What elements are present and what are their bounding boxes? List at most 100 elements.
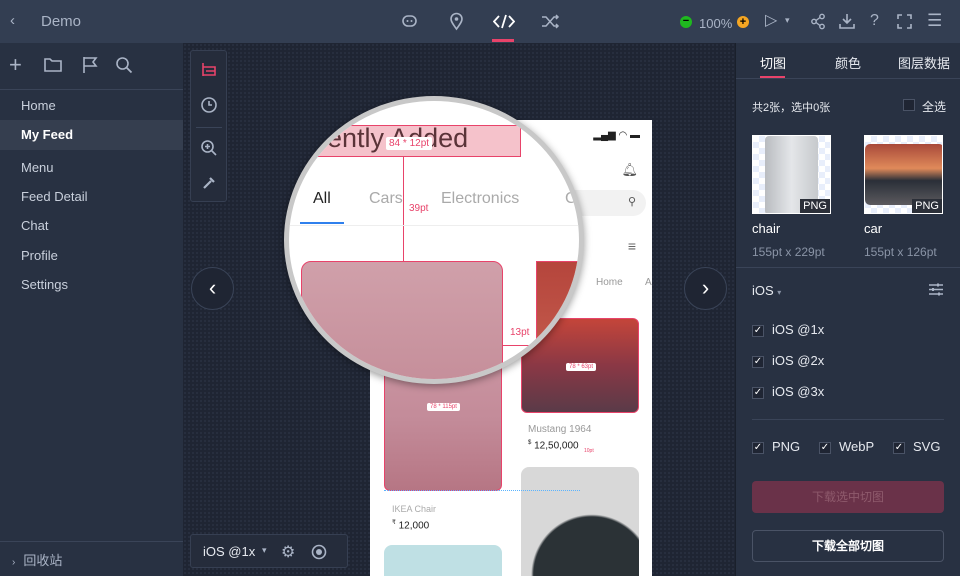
zoom-in-button[interactable]: + xyxy=(737,16,749,28)
checkbox-checked[interactable]: ✓ xyxy=(752,355,764,368)
add-icon[interactable]: + xyxy=(9,54,22,76)
sidebar: + Home My Feed Menu Feed Detail Chat Pro… xyxy=(0,43,183,576)
side-tab-all: Al xyxy=(645,277,652,288)
phone-tab-electronics: Electronics xyxy=(441,190,520,207)
filter-icon: ≡ xyxy=(627,238,636,254)
divider xyxy=(289,225,579,226)
checkbox-checked[interactable]: ✓ xyxy=(819,441,831,454)
project-title: Demo xyxy=(41,13,82,30)
trash-item[interactable]: › 回收站 xyxy=(12,550,62,569)
back-icon[interactable]: ‹ xyxy=(10,13,15,28)
product-price: $ 12,50,000 xyxy=(528,440,579,451)
history-icon[interactable] xyxy=(200,96,218,114)
fullscreen-icon[interactable] xyxy=(897,14,912,29)
checkbox-checked[interactable]: ✓ xyxy=(752,386,764,399)
measure-label: 78 * 115pt xyxy=(427,403,460,411)
sidebar-item-profile[interactable]: Profile xyxy=(0,241,183,271)
sidebar-item-label: Profile xyxy=(21,248,58,263)
divider xyxy=(752,419,944,420)
scale-option-2x[interactable]: ✓ iOS @2x xyxy=(752,353,824,368)
sidebar-item-my-feed[interactable]: My Feed xyxy=(0,120,183,150)
divider xyxy=(196,127,222,128)
chevron-right-icon: › xyxy=(12,557,16,568)
option-label: WebP xyxy=(839,439,875,454)
active-tool-indicator xyxy=(492,39,514,42)
folder-icon[interactable] xyxy=(44,57,62,72)
search-icon[interactable] xyxy=(115,56,133,74)
currency: $ xyxy=(528,440,532,446)
eye-icon[interactable] xyxy=(311,544,327,560)
product-price: ₹ 12,000 xyxy=(392,519,429,531)
sidebar-item-settings[interactable]: Settings xyxy=(0,270,183,300)
side-tab-home: Home xyxy=(596,277,623,288)
measure-label: 84 * 12pt xyxy=(386,137,433,150)
sidebar-item-chat[interactable]: Chat xyxy=(0,211,183,241)
chair-image-magnified xyxy=(301,261,503,379)
phone-tab-indicator xyxy=(300,222,344,224)
help-icon[interactable]: ? xyxy=(870,13,879,29)
share-icon[interactable] xyxy=(810,13,826,30)
flag-icon[interactable] xyxy=(82,56,98,73)
select-all-checkbox[interactable] xyxy=(903,99,915,111)
platform-dropdown[interactable]: iOS ▾ xyxy=(752,283,781,298)
asset-thumbnail-chair[interactable]: PNG xyxy=(752,135,831,214)
eyedropper-icon[interactable] xyxy=(201,175,217,191)
phone-tab-cars: Cars xyxy=(369,190,403,207)
asset-name: car xyxy=(864,221,883,236)
code-icon[interactable] xyxy=(493,13,515,30)
download-icon[interactable] xyxy=(839,13,855,30)
asset-size: 155pt x 126pt xyxy=(864,245,937,259)
sidebar-item-label: Menu xyxy=(21,160,54,175)
sidebar-item-label: Chat xyxy=(21,218,49,233)
settings-sliders-icon[interactable] xyxy=(929,283,943,296)
tab-slices[interactable]: 切图 xyxy=(760,53,786,72)
shuffle-icon[interactable] xyxy=(541,13,560,30)
download-selected-button[interactable]: 下载选中切图 xyxy=(752,481,944,513)
comment-icon[interactable] xyxy=(401,13,418,30)
chevron-down-icon[interactable]: ▾ xyxy=(262,545,267,556)
canvas-toolbar xyxy=(190,50,227,202)
product-name: IKEA Chair xyxy=(392,504,437,514)
divider xyxy=(736,267,960,268)
scale-option-3x[interactable]: ✓ iOS @3x xyxy=(752,384,824,399)
checkbox-checked[interactable]: ✓ xyxy=(752,324,764,337)
location-pin-icon[interactable] xyxy=(448,12,465,31)
sidebar-item-home[interactable]: Home xyxy=(0,91,183,121)
search-icon: ⚲ xyxy=(627,196,636,208)
format-option-svg[interactable]: ✓ SVG xyxy=(893,439,940,454)
previous-page-button[interactable]: ‹ xyxy=(191,267,234,310)
zoom-out-button[interactable]: − xyxy=(680,16,692,28)
measure-line xyxy=(503,345,536,346)
asset-name: chair xyxy=(752,221,781,236)
gear-icon[interactable]: ⚙ xyxy=(281,542,295,562)
sidebar-item-menu[interactable]: Menu xyxy=(0,153,183,183)
scale-option-1x[interactable]: ✓ iOS @1x xyxy=(752,322,824,337)
play-icon[interactable]: ▷ xyxy=(765,13,777,29)
chevron-down-icon[interactable]: ▾ xyxy=(785,16,790,25)
format-badge: PNG xyxy=(800,199,830,213)
tab-colors[interactable]: 颜色 xyxy=(835,53,861,72)
sidebar-item-feed-detail[interactable]: Feed Detail xyxy=(0,182,183,212)
select-all-label[interactable]: 全选 xyxy=(922,98,946,115)
format-option-webp[interactable]: ✓ WebP xyxy=(819,439,874,454)
phone-heading: Recently Added xyxy=(284,123,469,153)
layers-tree-icon[interactable] xyxy=(200,61,218,79)
tab-layer-data[interactable]: 图层数据 xyxy=(898,53,950,72)
phone-tab-all: All xyxy=(313,190,331,207)
bell-icon: 🔔︎ xyxy=(621,162,638,177)
divider xyxy=(0,89,183,90)
checkbox-checked[interactable]: ✓ xyxy=(893,441,905,454)
option-label: iOS @3x xyxy=(772,384,825,399)
platform-select[interactable]: iOS @1x xyxy=(203,544,255,559)
checkbox-checked[interactable]: ✓ xyxy=(752,441,764,454)
option-label: PNG xyxy=(772,439,801,454)
car-image-magnified xyxy=(536,261,579,379)
zoom-in-icon[interactable] xyxy=(200,139,218,157)
sidebar-item-label: Feed Detail xyxy=(21,189,88,204)
asset-thumbnail-car[interactable]: PNG xyxy=(864,135,943,214)
download-all-button[interactable]: 下载全部切图 xyxy=(752,530,944,562)
next-page-button[interactable]: › xyxy=(684,267,727,310)
menu-icon[interactable]: ☰ xyxy=(927,12,942,29)
sidebar-item-label: My Feed xyxy=(21,127,74,142)
format-option-png[interactable]: ✓ PNG xyxy=(752,439,800,454)
